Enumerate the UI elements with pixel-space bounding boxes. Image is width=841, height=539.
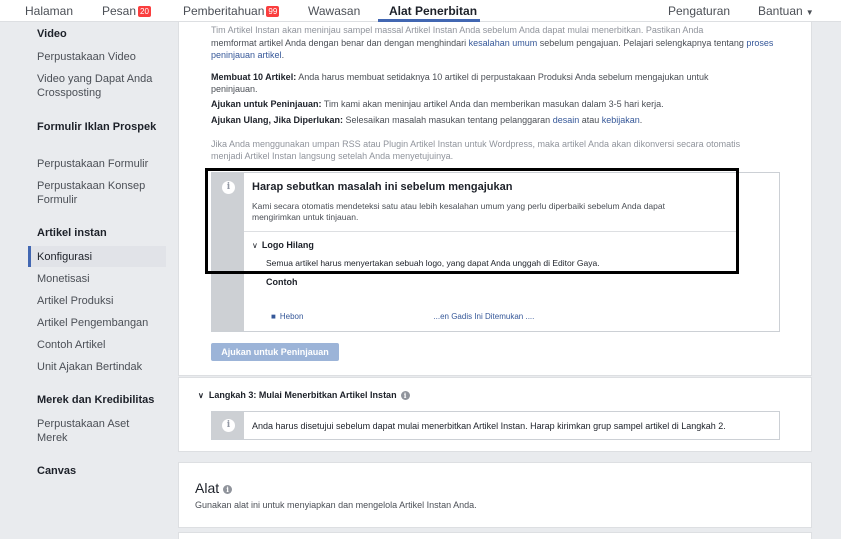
link-proses[interactable]: proses: [746, 38, 773, 48]
rule2-text: Tim kami akan meninjau artikel Anda dan …: [321, 99, 664, 109]
alat-description: Gunakan alat ini untuk menyiapkan dan me…: [195, 500, 477, 510]
rule3-title: Ajukan Ulang, Jika Diperlukan:: [211, 115, 344, 125]
logo-hilang-toggle[interactable]: ∨ Logo Hilang: [252, 239, 314, 252]
info-icon: i: [222, 181, 235, 194]
intro-line-1: Tim Artikel Instan akan meninjau sampel …: [211, 25, 704, 35]
sidebar-item-perpustakaan-video[interactable]: Perpustakaan Video: [37, 50, 162, 64]
rule3-text-a: Selesaikan masalah masukan tentang pelan…: [343, 115, 553, 125]
sidebar: Video Perpustakaan Video Video yang Dapa…: [0, 22, 170, 539]
example-link-tail[interactable]: ...en Gadis Ini Ditemukan ....: [433, 312, 534, 321]
sidebar-item-monetisasi[interactable]: Monetisasi: [37, 272, 162, 286]
link-kebijakan[interactable]: kebijakan: [602, 115, 640, 125]
top-navigation: Halaman Pesan 20 Pemberitahuan 99 Wawasan …: [0, 0, 841, 22]
chevron-down-icon: ∨: [252, 241, 258, 250]
example-item[interactable]: ■ Hebon ...en Gadis Ini Ditemukan ....: [271, 311, 534, 323]
example-link-start[interactable]: Hebon: [280, 312, 304, 321]
active-tab-indicator: [378, 19, 480, 22]
tab-wawasan[interactable]: Wawasan: [308, 4, 360, 18]
link-desain[interactable]: desain: [553, 115, 580, 125]
info-icon[interactable]: i: [400, 391, 410, 401]
contoh-label: Contoh: [266, 277, 298, 287]
info-icon[interactable]: i: [223, 484, 233, 494]
link-kesalahan-umum[interactable]: kesalahan umum: [469, 38, 538, 48]
sidebar-item-perpustakaan-aset[interactable]: Perpustakaan Aset Merek: [37, 417, 162, 445]
pesan-count-badge: 20: [138, 6, 151, 17]
tab-pesan[interactable]: Pesan 20: [102, 4, 151, 18]
info-icon: i: [222, 419, 235, 432]
step3-notice-text: Anda harus disetujui sebelum dapat mulai…: [252, 421, 726, 431]
rule-ajukan-ulang: Ajukan Ulang, Jika Diperlukan: Selesaika…: [211, 114, 781, 126]
rule-membuat-10-artikel: Membuat 10 Artikel: Anda harus membuat s…: [211, 71, 781, 83]
chevron-down-icon: ∨: [198, 391, 204, 400]
alat-heading: Alat i: [195, 480, 233, 496]
issues-notice-box: i: [211, 172, 780, 332]
sidebar-heading-formulir: Formulir Iklan Prospek: [37, 121, 157, 133]
sidebar-item-perpustakaan-konsep[interactable]: Perpustakaan Konsep Formulir: [37, 179, 162, 207]
sidebar-heading-artikel-instan: Artikel instan: [37, 227, 107, 239]
notice-text-1: Kami secara otomatis mendeteksi satu ata…: [252, 201, 665, 211]
sidebar-item-video-crossposting[interactable]: Video yang Dapat Anda Crossposting: [37, 72, 162, 100]
logo-hilang-text: Semua artikel harus menyertakan sebuah l…: [266, 258, 600, 268]
intro-period: .: [281, 50, 285, 60]
sidebar-heading-canvas[interactable]: Canvas: [37, 464, 162, 478]
tab-pemberitahuan[interactable]: Pemberitahuan 99: [183, 4, 280, 18]
intro-text-b: sebelum pengajuan. Pelajari selengkapnya…: [537, 38, 747, 48]
tab-pesan-label: Pesan: [102, 4, 137, 18]
sidebar-item-contoh-artikel[interactable]: Contoh Artikel: [37, 338, 162, 352]
step3-notice-strip: i: [212, 412, 244, 439]
sidebar-item-artikel-produksi[interactable]: Artikel Produksi: [37, 294, 162, 308]
notice-title: Harap sebutkan masalah ini sebelum menga…: [252, 181, 513, 193]
rss-line-2: menjadi Artikel Instan langsung setelah …: [211, 151, 454, 161]
bullet: ■: [271, 312, 276, 321]
rule3-period: .: [639, 115, 643, 125]
sidebar-heading-video: Video: [37, 28, 67, 40]
notice-strip: i: [212, 173, 244, 331]
step3-title: Langkah 3: Mulai Menerbitkan Artikel Ins…: [208, 390, 397, 400]
logo-hilang-title: Logo Hilang: [261, 240, 314, 250]
rule3-text-b: atau: [579, 115, 602, 125]
step3-header[interactable]: ∨ Langkah 3: Mulai Menerbitkan Artikel In…: [198, 389, 410, 402]
pemberitahuan-count-badge: 99: [266, 6, 280, 17]
rule1-text: Anda harus membuat setidaknya 10 artikel…: [296, 72, 709, 82]
tab-bantuan-label: Bantuan: [758, 4, 803, 18]
tab-pemberitahuan-label: Pemberitahuan: [183, 4, 265, 18]
tab-alat-penerbitan[interactable]: Alat Penerbitan: [389, 4, 477, 18]
intro-text-a: memformat artikel Anda dengan benar dan …: [211, 38, 469, 48]
rule1-title: Membuat 10 Artikel:: [211, 72, 297, 82]
alat-title: Alat: [195, 480, 220, 496]
notice-text-2: mengirimkan untuk tinjauan.: [252, 212, 359, 222]
sidebar-heading-merek: Merek dan Kredibilitas: [37, 394, 155, 406]
alat-card: [178, 462, 812, 528]
tab-pengaturan[interactable]: Pengaturan: [668, 4, 730, 18]
rule2-title: Ajukan untuk Peninjauan:: [211, 99, 322, 109]
next-card: [178, 532, 812, 539]
rss-line-1: Jika Anda menggunakan umpan RSS atau Plu…: [211, 139, 741, 149]
tab-bantuan[interactable]: Bantuan ▼: [758, 4, 814, 18]
chevron-down-icon: ▼: [805, 8, 814, 17]
sidebar-item-perpustakaan-formulir[interactable]: Perpustakaan Formulir: [37, 157, 162, 171]
submit-review-button[interactable]: Ajukan untuk Peninjauan: [211, 343, 339, 361]
sidebar-item-konfigurasi[interactable]: Konfigurasi: [37, 250, 162, 264]
intro-line-3: peninjauan artikel.: [211, 49, 284, 61]
tab-halaman[interactable]: Halaman: [25, 4, 73, 18]
intro-line-2: memformat artikel Anda dengan benar dan …: [211, 37, 791, 49]
sidebar-item-artikel-pengembangan[interactable]: Artikel Pengembangan: [37, 316, 162, 330]
link-peninjauan-artikel[interactable]: peninjauan artikel: [211, 50, 282, 60]
sidebar-item-unit-ajakan[interactable]: Unit Ajakan Bertindak: [37, 360, 162, 374]
rule1-text-cont: peninjauan.: [211, 84, 258, 94]
notice-divider: [244, 231, 736, 232]
rule-ajukan-peninjauan: Ajukan untuk Peninjauan: Tim kami akan m…: [211, 98, 781, 110]
